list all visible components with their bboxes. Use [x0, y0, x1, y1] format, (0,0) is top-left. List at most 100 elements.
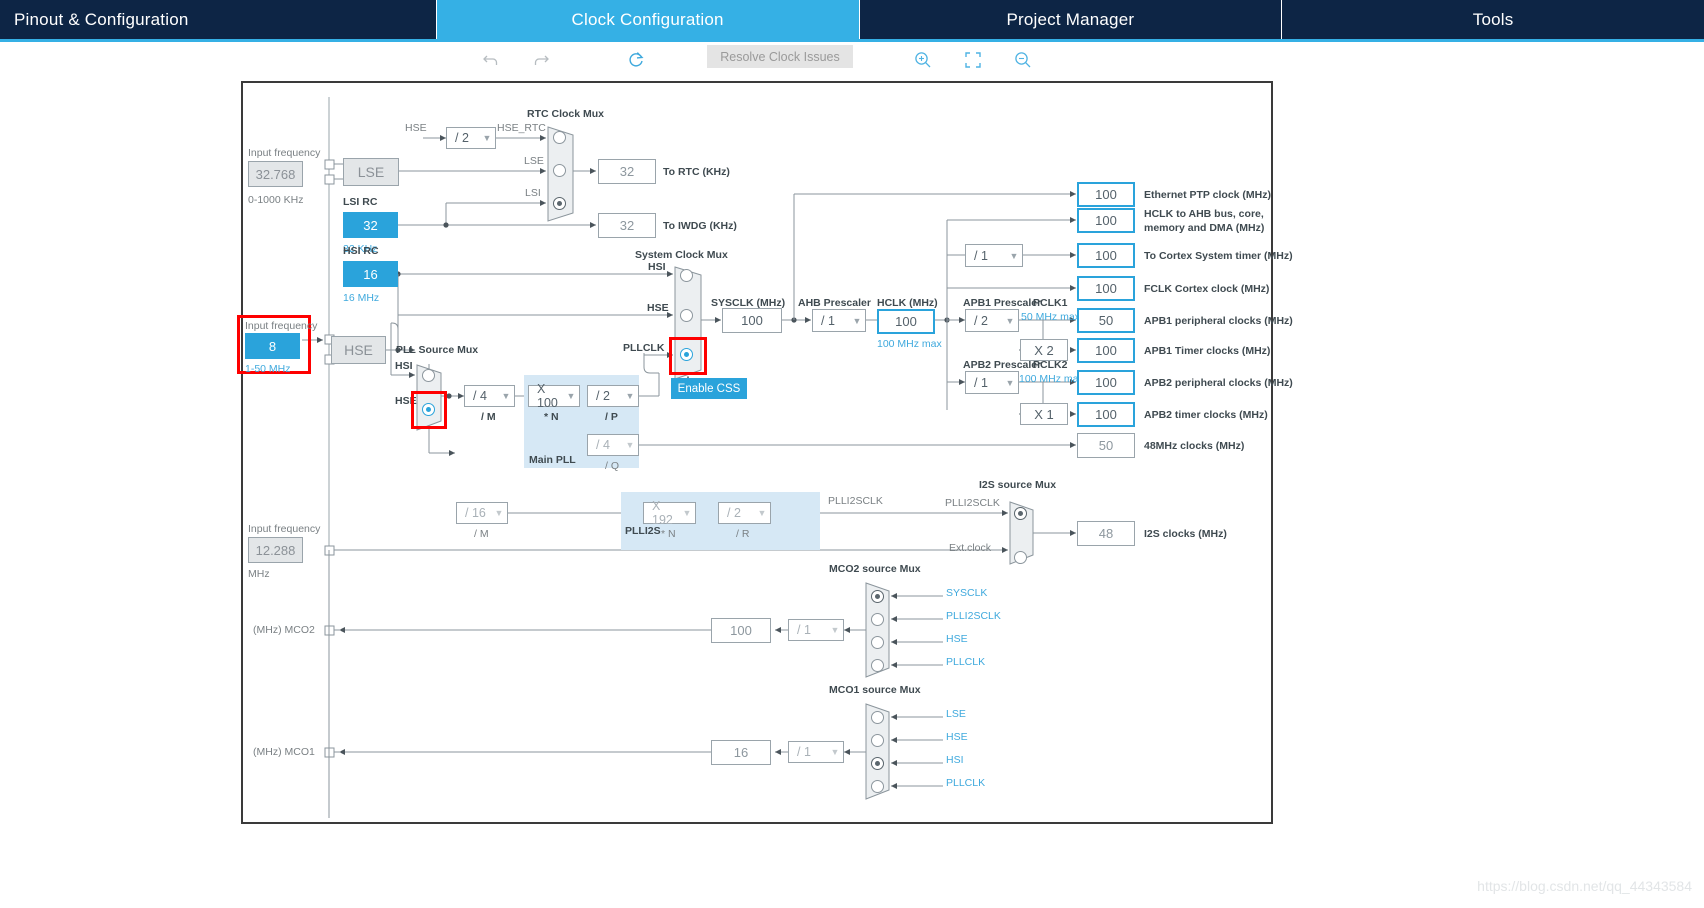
output-48mhz-value: 50	[1077, 433, 1135, 458]
zoom-out-icon[interactable]	[1008, 46, 1038, 74]
i2s-input-frequency-field[interactable]: 12.288	[248, 537, 303, 563]
clock-tree-diagram-frame: Input frequency 32.768 0-1000 KHz LSE HS…	[237, 81, 1293, 824]
plli2s-m-divider-combo[interactable]: / 16 ▼	[456, 502, 508, 524]
system-clock-mux-radio-hsi[interactable]	[680, 269, 693, 282]
mco2-radio-plli2sclk[interactable]	[871, 613, 884, 626]
mco1-radio-pllclk[interactable]	[871, 780, 884, 793]
mco1-divider-combo[interactable]: / 1 ▼	[788, 741, 844, 763]
chevron-down-icon: ▼	[682, 508, 692, 518]
mco1-radio-hse[interactable]	[871, 734, 884, 747]
plli2s-n-multiplier-combo[interactable]: X 192 ▼	[643, 499, 696, 527]
mco1-divider-value: / 1	[797, 745, 811, 759]
rtc-mux-radio-lse[interactable]	[553, 164, 566, 177]
pll-m-value: / 4	[473, 389, 487, 403]
tab-label: Tools	[1472, 9, 1514, 29]
plli2sclk-signal-label: PLLI2SCLK	[828, 495, 883, 507]
hclk-value[interactable]: 100	[877, 309, 935, 334]
tab-project-manager[interactable]: Project Manager	[859, 0, 1283, 39]
redo-icon[interactable]	[526, 46, 556, 74]
zoom-in-icon[interactable]	[908, 46, 938, 74]
hclk-max-label: 100 MHz max	[877, 338, 942, 350]
mco1-radio-lse[interactable]	[871, 711, 884, 724]
pll-p-divider-combo[interactable]: / 2 ▼	[587, 385, 639, 407]
mco2-source-mux-title: MCO2 source Mux	[829, 563, 921, 575]
ahb-prescaler-combo[interactable]: / 1 ▼	[812, 309, 866, 332]
i2s-mux-radio-plli2sclk[interactable]	[1014, 507, 1027, 520]
mco1-source-mux-title: MCO1 source Mux	[829, 684, 921, 696]
i2s-clocks-label: I2S clocks (MHz)	[1144, 528, 1227, 540]
plli2s-m-sub: / M	[474, 528, 489, 540]
hse-rtc-divider-combo[interactable]: / 2 ▼	[446, 127, 496, 149]
chevron-down-icon: ▼	[830, 747, 840, 757]
pll-p-sub: / P	[605, 411, 618, 423]
tab-clock-configuration[interactable]: Clock Configuration	[436, 0, 860, 39]
i2s-mux-input-plli2sclk-label: PLLI2SCLK	[945, 497, 1000, 509]
apb1-prescaler-combo[interactable]: / 2 ▼	[965, 309, 1019, 332]
output-hclk-ahb-value[interactable]: 100	[1077, 208, 1135, 233]
mco2-radio-pllclk[interactable]	[871, 659, 884, 672]
plli2s-r-divider-combo[interactable]: / 2 ▼	[718, 502, 771, 524]
output-apb2-timer-value[interactable]: 100	[1077, 402, 1135, 427]
chevron-down-icon: ▼	[1005, 315, 1015, 326]
undo-icon[interactable]	[476, 46, 506, 74]
system-clock-mux-title: System Clock Mux	[635, 249, 728, 261]
mco2-divider-value: / 1	[797, 623, 811, 637]
pclk1-max-label: 50 MHz max	[1021, 311, 1080, 323]
rtc-mux-radio-hse-rtc[interactable]	[553, 131, 566, 144]
i2s-input-frequency-unit: MHz	[248, 568, 270, 580]
chevron-down-icon: ▼	[625, 440, 635, 450]
system-clock-mux-input-hse-label: HSE	[647, 302, 669, 314]
mco2-input-hse-label: HSE	[946, 633, 968, 645]
hse-input-frequency-field[interactable]: 8	[245, 333, 300, 359]
resolve-clock-issues-label: Resolve Clock Issues	[720, 49, 840, 64]
mco1-radio-hsi[interactable]	[871, 757, 884, 770]
lse-input-frequency-field[interactable]: 32.768	[248, 161, 303, 187]
pll-q-divider-combo[interactable]: / 4 ▼	[587, 434, 639, 456]
tab-tools[interactable]: Tools	[1282, 0, 1704, 39]
mco2-divider-combo[interactable]: / 1 ▼	[788, 619, 844, 641]
watermark: https://blog.csdn.net/qq_44343584	[1477, 878, 1692, 894]
rtc-mux-radio-lsi[interactable]	[553, 197, 566, 210]
mco1-pin-label: (MHz) MCO1	[253, 746, 315, 758]
to-iwdg-value: 32	[598, 213, 656, 238]
i2s-mux-radio-ext-clock[interactable]	[1014, 551, 1027, 564]
pll-source-mux-title: PLL Source Mux	[396, 344, 479, 356]
output-apb1-timer-value[interactable]: 100	[1077, 338, 1135, 363]
cortex-prescaler-value: / 1	[974, 248, 988, 263]
lsi-rc-value[interactable]: 32	[343, 212, 398, 238]
output-apb2-peripheral-value[interactable]: 100	[1077, 370, 1135, 395]
tab-pinout-configuration[interactable]: Pinout & Configuration	[0, 0, 437, 39]
output-ethernet-ptp-label: Ethernet PTP clock (MHz)	[1144, 189, 1271, 201]
hsi-rc-value[interactable]: 16	[343, 261, 398, 287]
pll-m-divider-combo[interactable]: / 4 ▼	[464, 385, 515, 407]
hse-rtc-signal-label: HSE_RTC	[497, 122, 546, 134]
apb2-prescaler-combo[interactable]: / 1 ▼	[965, 371, 1019, 394]
pll-n-value: X 100	[537, 382, 558, 410]
fit-to-screen-icon[interactable]	[958, 46, 988, 74]
plli2s-r-sub: / R	[736, 528, 750, 540]
hse-oscillator-box[interactable]: HSE	[331, 336, 386, 364]
apb1-prescaler-value: / 2	[974, 313, 988, 328]
hse-rtc-divider-value: / 2	[455, 131, 469, 145]
cortex-prescaler-combo[interactable]: / 1 ▼	[965, 244, 1023, 267]
enable-css-button[interactable]: Enable CSS	[671, 378, 747, 399]
output-ethernet-ptp-value[interactable]: 100	[1077, 182, 1135, 207]
resolve-clock-issues-button[interactable]: Resolve Clock Issues	[707, 45, 853, 68]
sysclk-value: 100	[722, 308, 782, 333]
mco1-input-hse-label: HSE	[946, 731, 968, 743]
system-clock-mux-radio-hse[interactable]	[680, 309, 693, 322]
hse-range-label: 1-50 MHz	[245, 363, 291, 375]
output-fclk-cortex-value[interactable]: 100	[1077, 276, 1135, 301]
output-cortex-system-timer-value[interactable]: 100	[1077, 243, 1135, 268]
pll-n-multiplier-combo[interactable]: X 100 ▼	[528, 382, 580, 410]
mco2-radio-hse[interactable]	[871, 636, 884, 649]
chevron-down-icon: ▼	[625, 391, 635, 401]
plli2s-n-sub: * N	[661, 528, 676, 540]
refresh-icon[interactable]	[621, 46, 651, 74]
mco2-radio-sysclk[interactable]	[871, 590, 884, 603]
to-rtc-label: To RTC (KHz)	[663, 166, 730, 178]
pll-source-mux-radio-hsi[interactable]	[422, 369, 435, 382]
lse-oscillator-box[interactable]: LSE	[343, 158, 399, 186]
output-apb1-peripheral-value[interactable]: 50	[1077, 308, 1135, 333]
enable-css-label: Enable CSS	[677, 382, 741, 395]
